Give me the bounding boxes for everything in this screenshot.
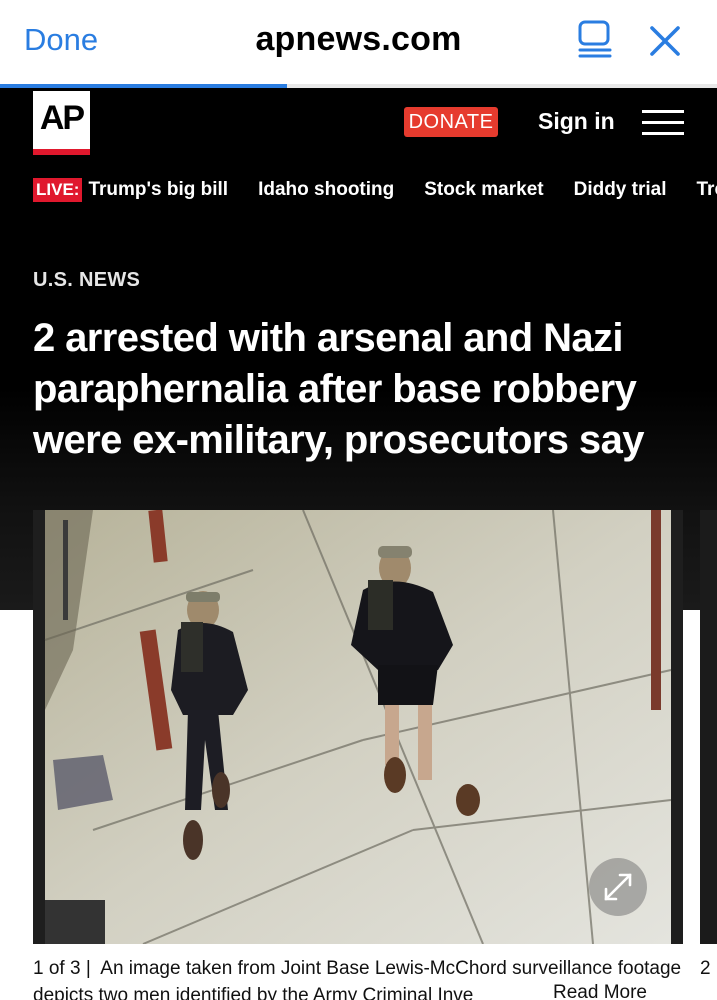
gallery-photo[interactable] (33, 510, 683, 944)
read-more-button[interactable]: Read More (545, 982, 647, 1000)
browser-toolbar: Done apnews.com (0, 0, 717, 88)
article-headline: 2 arrested with arsenal and Nazi paraphe… (33, 316, 644, 462)
live-badge: LIVE: (33, 178, 83, 202)
section-kicker[interactable]: U.S. NEWS (33, 269, 140, 292)
expand-arrows-icon[interactable] (589, 858, 647, 916)
close-icon[interactable] (648, 24, 682, 58)
next-photo-preview[interactable] (700, 510, 717, 944)
trending-topics-bar: LIVE: Trump's big bill Idaho shooting Stock… (33, 178, 717, 208)
next-caption-fragment: 2 (700, 958, 711, 979)
topic-link[interactable]: Idaho shooting (258, 179, 394, 201)
topic-link[interactable]: Stock market (424, 179, 543, 201)
photo-counter: 1 of 3 | (33, 958, 91, 979)
hamburger-menu-icon[interactable] (642, 110, 684, 136)
surveillance-photo-image (33, 510, 683, 944)
reader-view-icon[interactable] (576, 20, 614, 60)
ap-logo[interactable]: AP (33, 91, 90, 155)
topic-link[interactable]: Diddy trial (574, 179, 667, 201)
topic-link[interactable]: Tre (697, 179, 717, 201)
ap-logo-bar (33, 149, 90, 155)
sign-in-button[interactable]: Sign in (538, 108, 615, 135)
ap-logo-text: AP (39, 99, 85, 137)
topic-link[interactable]: Trump's big bill (88, 179, 228, 201)
donate-button[interactable]: DONATE (404, 107, 498, 137)
